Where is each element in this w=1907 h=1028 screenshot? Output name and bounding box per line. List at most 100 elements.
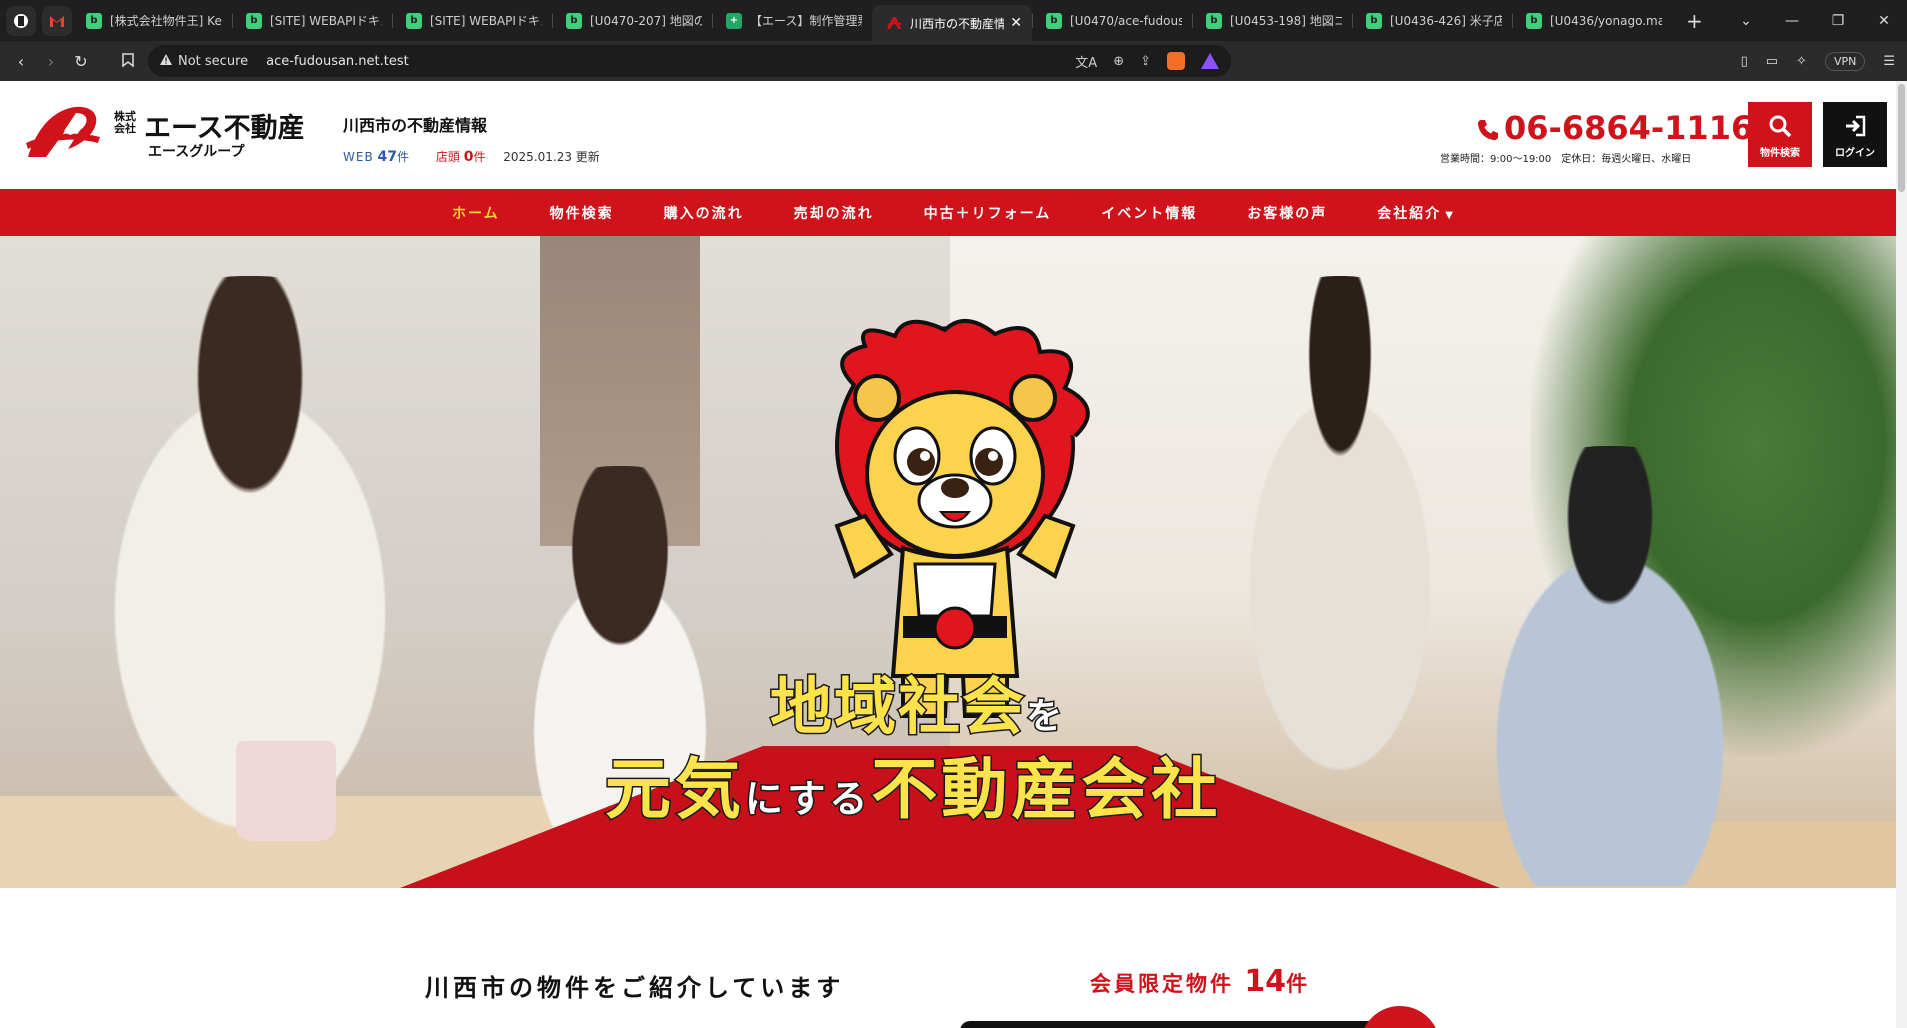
section-heading-properties: 川西市の物件をご紹介しています <box>425 974 845 1002</box>
store-count: 0 <box>463 149 474 165</box>
nav-home[interactable]: ホーム <box>452 203 500 223</box>
pinned-tab-gmail[interactable] <box>42 5 72 36</box>
members-only-count: 14 <box>1244 964 1287 999</box>
web-count: 47 <box>377 149 397 165</box>
back-icon[interactable]: ‹ <box>6 52 36 71</box>
web-label: WEB <box>343 150 374 164</box>
tab-title: [U0436/yonago.mac <box>1550 13 1662 28</box>
hero-catchcopy-line2: 元気にする不動産会社 <box>604 736 1221 832</box>
page-scrollbar[interactable] <box>1896 81 1907 1028</box>
store-count-unit: 件 <box>473 150 486 164</box>
nav-customer-voices[interactable]: お客様の声 <box>1247 203 1327 223</box>
url-text[interactable]: ace-fudousan.net.test <box>266 54 409 69</box>
nav-purchase-flow[interactable]: 購入の流れ <box>664 203 744 223</box>
close-window-icon[interactable]: ✕ <box>1861 13 1907 29</box>
browser-tab[interactable]: b [U0470-207] 地図の <box>552 5 712 37</box>
browser-tab[interactable]: b [U0436/yonago.mac <box>1512 5 1672 37</box>
new-tab-icon[interactable]: + <box>1686 9 1703 33</box>
tab-title: [SITE] WEBAPIドキュメ <box>430 14 542 28</box>
hero-mug <box>236 741 336 841</box>
phone-text: 06-6864-1116 <box>1504 109 1754 147</box>
browser-tab[interactable]: b [SITE] WEBAPIドキュメ <box>392 5 552 37</box>
members-only-unit: 件 <box>1286 972 1311 996</box>
warning-icon[interactable] <box>160 53 172 69</box>
security-status[interactable]: Not secure <box>178 54 248 69</box>
nav-events[interactable]: イベント情報 <box>1101 203 1197 223</box>
tab-title: [U0436-426] 米子店 <box>1390 14 1502 28</box>
bookmark-icon[interactable] <box>118 52 138 71</box>
nav-used-reform[interactable]: 中古＋リフォーム <box>924 203 1052 223</box>
tab-title: [U0470-207] 地図の <box>590 14 702 28</box>
reload-icon[interactable]: ↻ <box>66 52 96 71</box>
catch-word-genki: 元気 <box>604 750 745 830</box>
members-only-heading[interactable]: 会員限定物件 14件 <box>1090 964 1310 999</box>
nav-company-dropdown[interactable]: 会社紹介 ▼ <box>1377 203 1455 223</box>
web-count-unit: 件 <box>397 150 411 164</box>
browser-tab-strip: b [株式会社物件王] Ke b [SITE] WEBAPIドキュメ b [SI… <box>0 0 1907 41</box>
backlog-icon: b <box>1366 12 1382 29</box>
backlog-icon: b <box>86 12 102 29</box>
hero-man <box>1430 446 1790 886</box>
search-icon <box>1769 115 1792 138</box>
page-scrollbar-thumb[interactable] <box>1898 84 1905 192</box>
restore-icon[interactable]: ❐ <box>1815 13 1861 29</box>
vpn-button[interactable]: VPN <box>1824 51 1866 71</box>
menu-icon[interactable]: ☰ <box>1883 54 1895 69</box>
leo-ai-icon[interactable]: ✧ <box>1796 54 1807 69</box>
share-icon[interactable]: ⇪ <box>1140 54 1151 69</box>
browser-tab[interactable]: + 【エース】制作管理票ve <box>712 5 872 37</box>
property-stats: WEB 47件 店頭 0件 2025.01.23 更新 <box>343 148 600 165</box>
sidebar-icon[interactable]: ▯ <box>1741 54 1748 69</box>
browser-tab[interactable]: b [SITE] WEBAPIドキュメ <box>232 5 392 37</box>
brave-shields-icon[interactable] <box>1167 52 1185 70</box>
wallet-icon[interactable]: ▭ <box>1766 54 1778 69</box>
global-nav: ホーム 物件検索 購入の流れ 売却の流れ 中古＋リフォーム イベント情報 お客様… <box>0 189 1907 236</box>
property-search-button[interactable]: 物件検索 <box>1748 102 1812 167</box>
hero-catchcopy-line1: 地域社会を <box>768 656 1065 746</box>
tab-title: 川西市の不動産情 <box>910 16 1005 31</box>
browser-tab[interactable]: b [株式会社物件王] Ke <box>72 5 232 37</box>
hero-image: 地域社会を 元気にする不動産会社 <box>0 236 1907 888</box>
nav-sale-flow[interactable]: 売却の流れ <box>794 203 874 223</box>
address-bar[interactable]: Not secure ace-fudousan.net.test 文A ⊕ ⇪ <box>148 45 1231 77</box>
nav-company-label: 会社紹介 <box>1377 205 1442 222</box>
zoom-icon[interactable]: ⊕ <box>1113 54 1124 69</box>
caret-down-icon: ▼ <box>1445 209 1455 221</box>
catch-particle-wo: を <box>1025 695 1065 739</box>
business-hours: 営業時間：9:00〜19:00 定休日：毎週火曜日、水曜日 <box>1440 154 1692 165</box>
area-title: 川西市の不動産情報 <box>343 116 488 135</box>
browser-tab[interactable]: b [U0436-426] 米子店 <box>1352 5 1512 37</box>
backlog-icon: b <box>566 12 582 29</box>
login-button[interactable]: ログイン <box>1823 102 1887 167</box>
brave-icon <box>14 13 28 28</box>
store-label: 店頭 <box>435 150 460 164</box>
login-icon <box>1846 115 1866 137</box>
forward-icon[interactable]: › <box>36 52 66 71</box>
pinned-tab-brave[interactable] <box>6 5 36 36</box>
minimize-icon[interactable]: — <box>1769 13 1815 29</box>
nav-property-search[interactable]: 物件検索 <box>550 203 614 223</box>
phone-number[interactable]: 06-6864-1116 <box>1476 109 1753 147</box>
corp-label: 株式会社 <box>114 110 136 135</box>
updated-date: 2025.01.23 更新 <box>503 150 600 164</box>
window-controls: ⌄ — ❐ ✕ <box>1723 0 1907 41</box>
backlog-icon: b <box>406 12 422 29</box>
members-card-mascot <box>1360 1006 1440 1028</box>
members-card[interactable] <box>960 1021 1420 1028</box>
phone-icon <box>1478 120 1498 140</box>
browser-tab[interactable]: b [U0470/ace-fudousan <box>1032 5 1192 37</box>
web-page: 株式会社 エース不動産 エースグループ 川西市の不動産情報 WEB 47件 店頭… <box>0 81 1907 1028</box>
ace-logo-icon <box>886 15 902 31</box>
tab-search-icon[interactable]: ⌄ <box>1723 13 1769 29</box>
tab-close-icon[interactable]: ✕ <box>1010 15 1022 31</box>
translate-icon[interactable]: 文A <box>1075 52 1097 71</box>
brand-name: エース不動産 <box>144 113 305 144</box>
browser-tab[interactable]: b [U0453-198] 地図コ <box>1192 5 1352 37</box>
search-button-label: 物件検索 <box>1760 148 1800 159</box>
browser-tab-active[interactable]: 川西市の不動産情 ✕ <box>872 5 1032 41</box>
group-name: エースグループ <box>148 144 245 160</box>
brave-rewards-icon[interactable] <box>1201 53 1219 69</box>
gmail-icon <box>50 15 64 27</box>
tab-title: [U0453-198] 地図コ <box>1230 14 1342 28</box>
ace-logo-icon[interactable] <box>24 103 102 163</box>
